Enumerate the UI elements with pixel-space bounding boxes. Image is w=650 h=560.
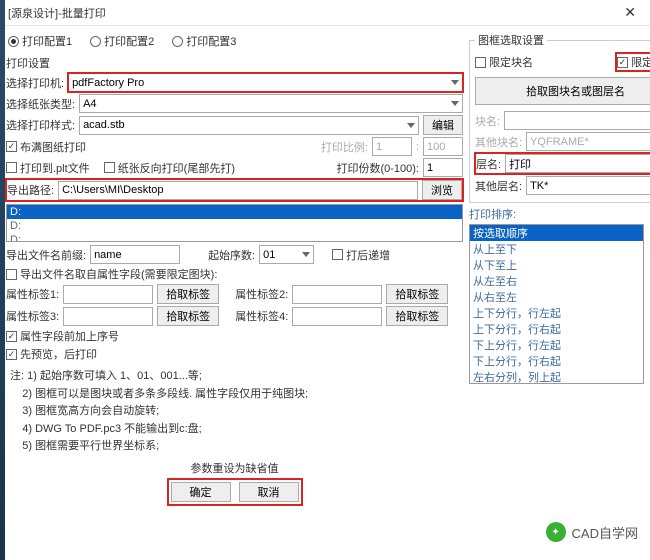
wechat-icon: ✦	[546, 522, 566, 542]
copies-label: 打印份数(0-100):	[336, 160, 419, 176]
cancel-button[interactable]: 取消	[239, 482, 299, 502]
style-select[interactable]: acad.stb	[79, 116, 419, 135]
gettag4-button[interactable]: 拾取标签	[386, 306, 448, 326]
tag3-input[interactable]	[63, 307, 153, 326]
frame-section-heading: 图框选取设置	[475, 32, 547, 48]
printplt-checkbox[interactable]: 打印到.plt文件	[6, 160, 90, 176]
otherblock-label: 其他块名:	[475, 134, 522, 150]
ratio2-input[interactable]	[423, 137, 463, 156]
filenametag-checkbox[interactable]: 导出文件名取自属性字段(需要限定图块):	[6, 266, 217, 282]
outpath-label: 导出路径:	[7, 182, 54, 198]
printer-label: 选择打印机:	[6, 75, 64, 91]
order-list[interactable]: 按选取顺序 从上至下 从下至上 从左至右 从右至左 上下分行，行左起 上下分行，…	[469, 224, 644, 384]
otherlayer-label: 其他层名:	[475, 178, 522, 194]
tag1-input[interactable]	[63, 285, 153, 304]
paper-label: 选择纸张类型:	[6, 96, 75, 112]
tag2-label: 属性标签2:	[235, 286, 288, 302]
path-list[interactable]: D: D: D:	[6, 204, 463, 242]
reverse-checkbox[interactable]: 纸张反向打印(尾部先打)	[104, 160, 235, 176]
blockname-label: 块名:	[475, 113, 500, 129]
close-icon[interactable]: ✕	[618, 4, 642, 21]
notes-block: 注: 1) 起始序数可填入 1、01、001...等; 2) 图框可以是图块或者…	[6, 368, 463, 456]
order-label: 打印排序:	[469, 206, 644, 222]
ok-button[interactable]: 确定	[171, 482, 231, 502]
tag3-label: 属性标签3:	[6, 308, 59, 324]
ratio-label: 打印比例:	[321, 139, 368, 155]
prefix-input[interactable]	[90, 245, 180, 264]
prefix-label: 导出文件名前缀:	[6, 247, 86, 263]
startnum-label: 起始序数:	[208, 247, 255, 263]
limitlayer-checkbox[interactable]: 限定图层	[617, 54, 650, 70]
layername-input[interactable]	[505, 154, 650, 173]
gettag1-button[interactable]: 拾取标签	[157, 284, 219, 304]
ratio1-input[interactable]	[372, 137, 412, 156]
tag1-label: 属性标签1:	[6, 286, 59, 302]
afterinc-checkbox[interactable]: 打后递增	[332, 247, 390, 263]
outpath-input[interactable]	[58, 181, 418, 200]
printer-select[interactable]: pdfFactory Pro	[68, 73, 463, 92]
otherlayer-input[interactable]	[526, 176, 650, 195]
preview-checkbox[interactable]: 先预览，后打印	[6, 346, 97, 362]
print-settings-heading: 打印设置	[6, 55, 463, 71]
style-label: 选择打印样式:	[6, 117, 75, 133]
browse-button[interactable]: 浏览	[422, 180, 462, 200]
reset-default-link[interactable]: 参数重设为缺省值	[6, 460, 463, 476]
window-title: [源泉设计]-批量打印	[8, 5, 106, 21]
pickblock-button[interactable]: 拾取图块名或图层名	[475, 77, 650, 105]
edit-button[interactable]: 编辑	[423, 115, 463, 135]
limitblock-checkbox[interactable]: 限定块名	[475, 54, 533, 70]
seqprefix-checkbox[interactable]: 属性字段前加上序号	[6, 328, 119, 344]
gettag3-button[interactable]: 拾取标签	[157, 306, 219, 326]
tag4-input[interactable]	[292, 307, 382, 326]
tag2-input[interactable]	[292, 285, 382, 304]
paper-select[interactable]: A4	[79, 94, 463, 113]
gettag2-button[interactable]: 拾取标签	[386, 284, 448, 304]
layername-label: 层名:	[476, 156, 501, 172]
radio-config1[interactable]: 打印配置1	[8, 33, 72, 49]
footer-brand: ✦ CAD自学网	[546, 522, 638, 542]
blockname-input[interactable]	[504, 111, 650, 130]
radio-config2[interactable]: 打印配置2	[90, 33, 154, 49]
tag4-label: 属性标签4:	[235, 308, 288, 324]
fullpaper-checkbox[interactable]: 布满图纸打印	[6, 139, 86, 155]
copies-input[interactable]	[423, 158, 463, 177]
radio-config3[interactable]: 打印配置3	[172, 33, 236, 49]
startnum-select[interactable]: 01	[259, 245, 314, 264]
otherblock-input[interactable]	[526, 132, 650, 151]
